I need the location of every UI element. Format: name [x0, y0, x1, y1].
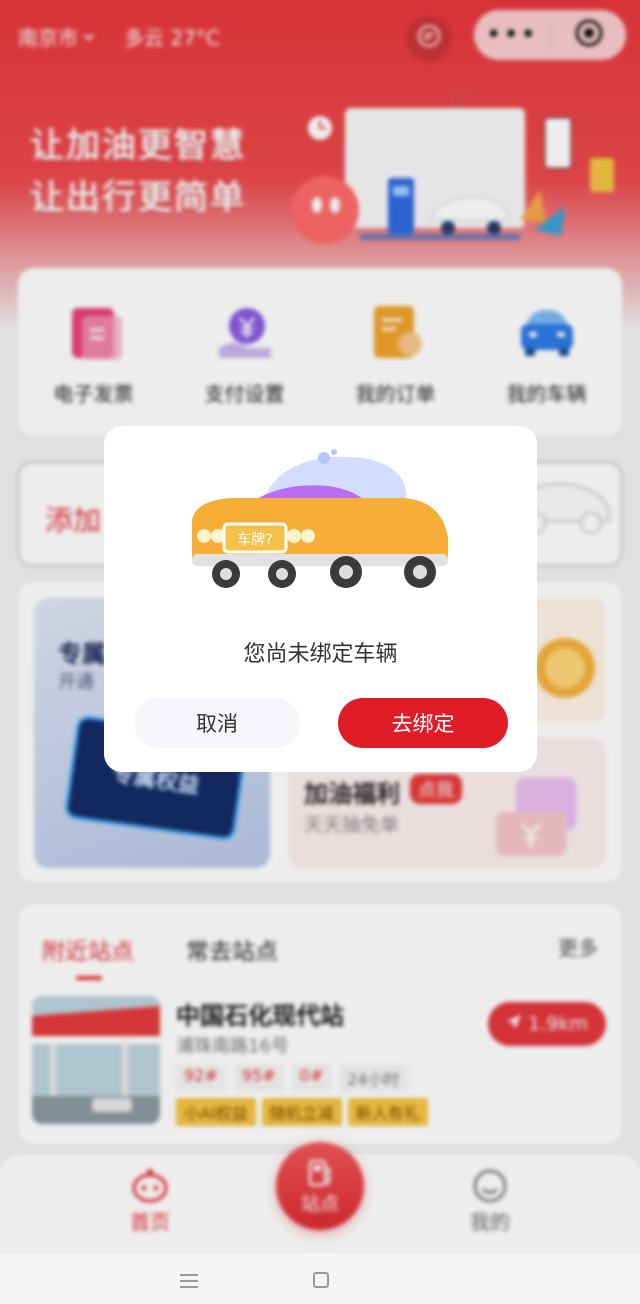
convertible-car-illustration: 车牌? — [192, 449, 448, 588]
menu-icon[interactable] — [180, 1274, 198, 1288]
system-navigation-bar — [0, 1254, 640, 1304]
plate-question-text: 车牌? — [237, 531, 272, 548]
dialog-message: 您尚未绑定车辆 — [243, 642, 398, 667]
bind-vehicle-dialog: 车牌? 您尚未绑定车辆 取消 去绑定 — [104, 426, 537, 772]
home-square-icon[interactable] — [313, 1272, 329, 1288]
cancel-button[interactable]: 取消 — [134, 698, 300, 748]
bind-vehicle-button[interactable]: 去绑定 — [338, 698, 508, 748]
